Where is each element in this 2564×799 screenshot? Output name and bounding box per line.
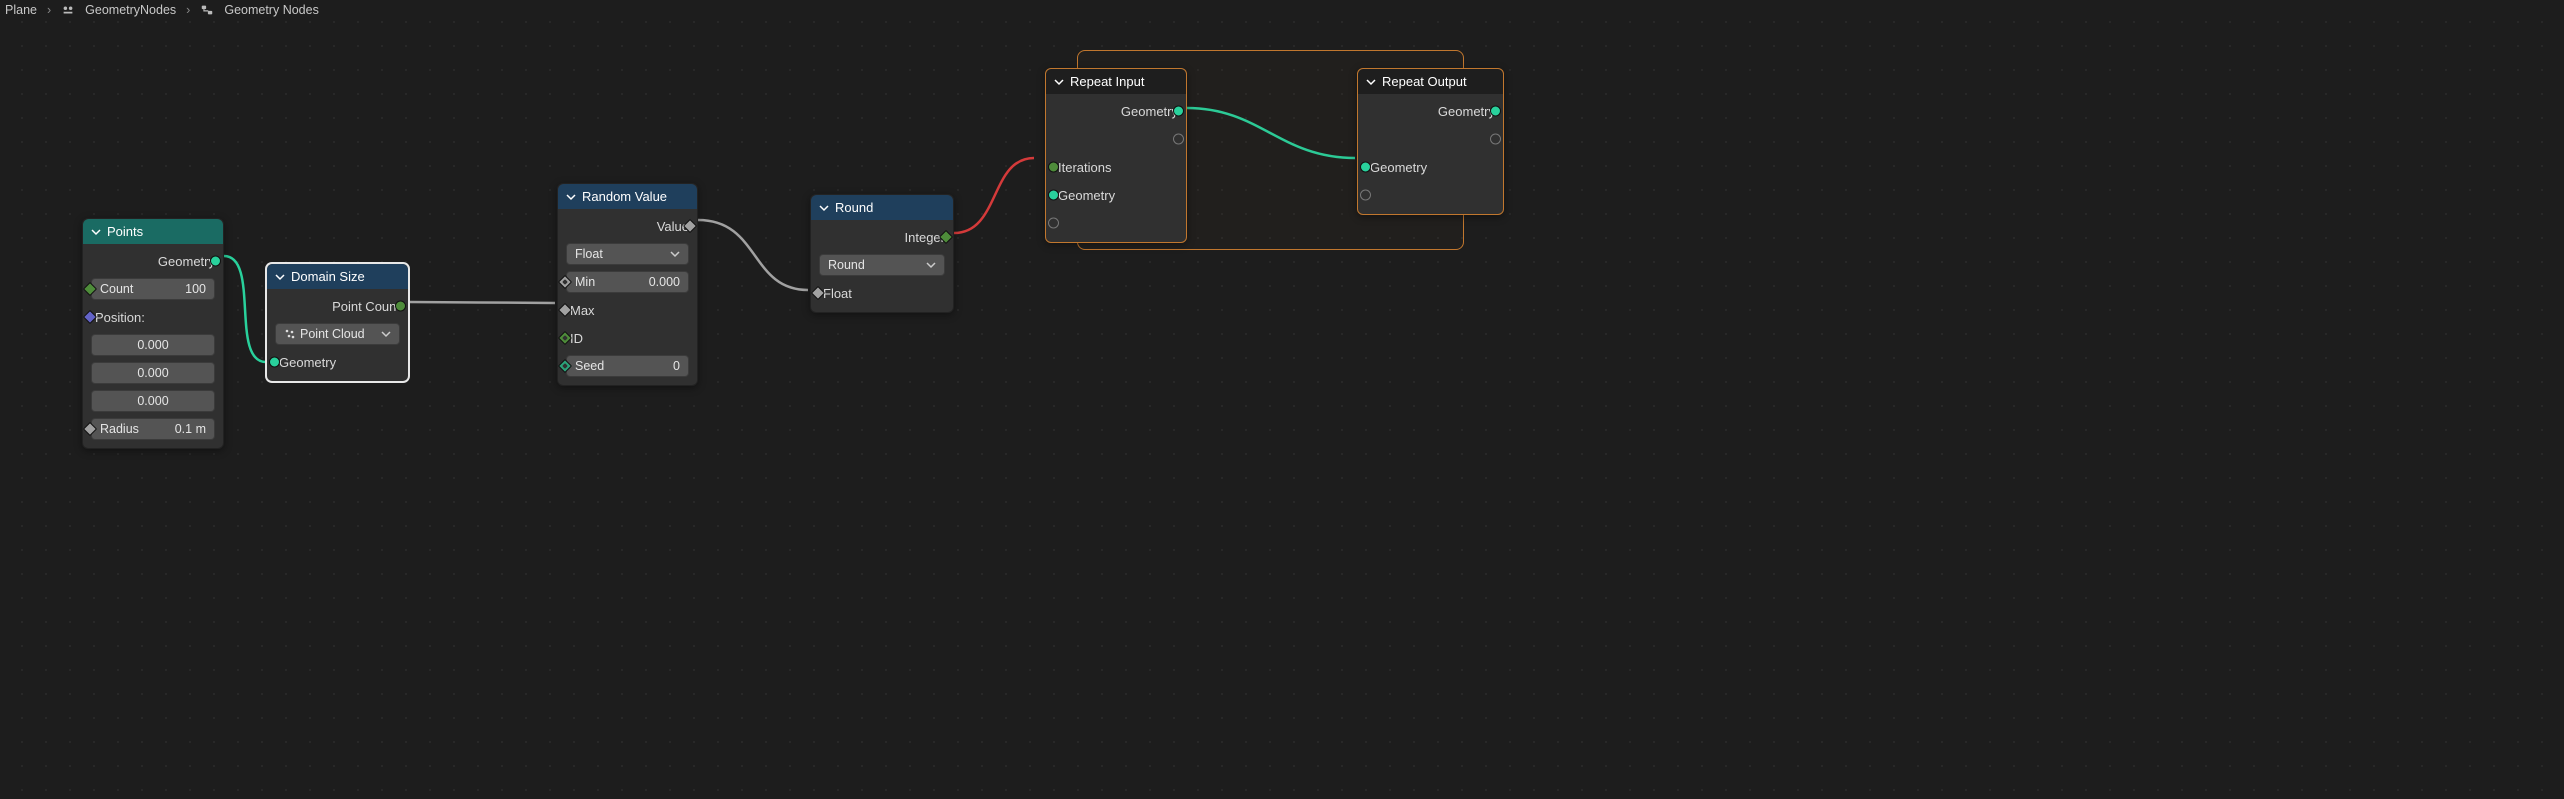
- pos-x-field[interactable]: 0.000: [91, 334, 215, 356]
- socket-geometry-out[interactable]: [1490, 106, 1501, 117]
- node-round[interactable]: Round Integer Round Float: [810, 194, 954, 313]
- breadcrumb-item[interactable]: Geometry Nodes: [224, 3, 318, 17]
- socket-extend-out[interactable]: [1490, 134, 1501, 145]
- node-header[interactable]: Domain Size: [267, 264, 408, 289]
- min-field[interactable]: Min 0.000: [566, 271, 689, 293]
- socket-pointcount-out[interactable]: [395, 301, 406, 312]
- breadcrumb-sep: ›: [186, 3, 190, 17]
- pointcloud-icon: [284, 328, 296, 340]
- node-canvas[interactable]: Points Geometry Count 100 Position: 0.00…: [0, 0, 2564, 799]
- node-title: Repeat Input: [1070, 74, 1144, 89]
- seed-field[interactable]: Seed 0: [566, 355, 689, 377]
- socket-label: Geometry: [158, 254, 215, 269]
- socket-geometry-out[interactable]: [210, 256, 221, 267]
- chevron-down-icon: [381, 329, 391, 339]
- count-field[interactable]: Count 100: [91, 278, 215, 300]
- pos-z-field[interactable]: 0.000: [91, 390, 215, 412]
- modifier-icon: [61, 3, 75, 17]
- nodetree-icon: [200, 3, 214, 17]
- chevron-down-icon: [566, 192, 576, 202]
- round-mode-select[interactable]: Round: [819, 254, 945, 276]
- socket-geometry-in[interactable]: [269, 357, 280, 368]
- socket-label: Geometry: [1438, 104, 1495, 119]
- breadcrumb-sep: ›: [47, 3, 51, 17]
- node-header[interactable]: Round: [811, 195, 953, 220]
- socket-extend-in[interactable]: [1048, 218, 1059, 229]
- socket-label: Geometry: [1370, 160, 1427, 175]
- breadcrumb: Plane › GeometryNodes › Geometry Nodes: [5, 0, 319, 20]
- chevron-down-icon: [275, 272, 285, 282]
- randval-type-select[interactable]: Float: [566, 243, 689, 265]
- node-title: Points: [107, 224, 143, 239]
- socket-label: Iterations: [1058, 160, 1111, 175]
- node-points[interactable]: Points Geometry Count 100 Position: 0.00…: [82, 218, 224, 449]
- chevron-down-icon: [1054, 77, 1064, 87]
- socket-label: Geometry: [1058, 188, 1115, 203]
- socket-label: Point Count: [332, 299, 400, 314]
- node-title: Domain Size: [291, 269, 365, 284]
- chevron-down-icon: [91, 227, 101, 237]
- node-header[interactable]: Repeat Input: [1046, 69, 1186, 94]
- socket-label: Geometry: [279, 355, 336, 370]
- socket-label: Position:: [95, 310, 145, 325]
- node-repeat-output[interactable]: Repeat Output Geometry Geometry: [1357, 68, 1504, 215]
- node-random-value[interactable]: Random Value Value Float Min 0.000: [557, 183, 698, 386]
- socket-geometry-out[interactable]: [1173, 106, 1184, 117]
- socket-label: Geometry: [1121, 104, 1178, 119]
- socket-label: Max: [570, 303, 595, 318]
- node-title: Random Value: [582, 189, 667, 204]
- chevron-down-icon: [819, 203, 829, 213]
- chevron-down-icon: [1366, 77, 1376, 87]
- pos-y-field[interactable]: 0.000: [91, 362, 215, 384]
- breadcrumb-item[interactable]: GeometryNodes: [85, 3, 176, 17]
- domain-mode-select[interactable]: Point Cloud: [275, 323, 400, 345]
- node-title: Repeat Output: [1382, 74, 1467, 89]
- socket-label: Float: [823, 286, 852, 301]
- node-header[interactable]: Random Value: [558, 184, 697, 209]
- chevron-down-icon: [926, 260, 936, 270]
- node-header[interactable]: Repeat Output: [1358, 69, 1503, 94]
- chevron-down-icon: [670, 249, 680, 259]
- socket-geometry-in[interactable]: [1360, 162, 1371, 173]
- radius-field[interactable]: Radius 0.1 m: [91, 418, 215, 440]
- socket-extend-out[interactable]: [1173, 134, 1184, 145]
- node-header[interactable]: Points: [83, 219, 223, 244]
- breadcrumb-item[interactable]: Plane: [5, 3, 37, 17]
- node-repeat-input[interactable]: Repeat Input Geometry Iterations Geometr…: [1045, 68, 1187, 243]
- socket-iterations-in[interactable]: [1048, 162, 1059, 173]
- socket-geometry-in[interactable]: [1048, 190, 1059, 201]
- socket-extend-in[interactable]: [1360, 190, 1371, 201]
- node-domain-size[interactable]: Domain Size Point Count Point Cloud Geom…: [266, 263, 409, 382]
- node-title: Round: [835, 200, 873, 215]
